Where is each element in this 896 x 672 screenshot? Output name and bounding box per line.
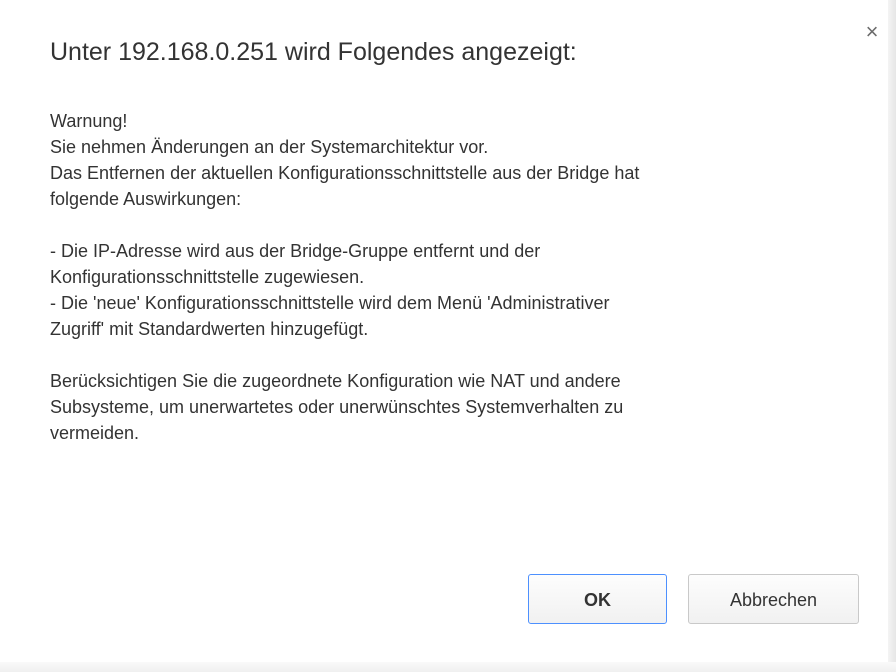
message-line: - Die IP-Adresse wird aus der Bridge-Gru…: [50, 241, 541, 261]
message-blank-line: [50, 212, 850, 238]
message-line: vermeiden.: [50, 423, 140, 443]
message-line: Berücksichtigen Sie die zugeordnete Konf…: [50, 371, 621, 391]
message-line: folgende Auswirkungen:: [50, 189, 242, 209]
dialog-message: Warnung! Sie nehmen Änderungen an der Sy…: [50, 108, 850, 446]
dialog-title: Unter 192.168.0.251 wird Folgendes angez…: [50, 38, 577, 66]
message-line: Das Entfernen der aktuellen Konfiguratio…: [50, 163, 640, 183]
message-line: Sie nehmen Änderungen an der Systemarchi…: [50, 137, 489, 157]
message-line: Subsysteme, um unerwartetes oder unerwün…: [50, 397, 624, 417]
message-line: Zugriff' mit Standardwerten hinzugefügt.: [50, 319, 369, 339]
message-blank-line: [50, 342, 850, 368]
window-edge: [888, 0, 896, 672]
window-bottom-edge: [0, 662, 896, 672]
message-line: Konfigurationsschnittstelle zugewiesen.: [50, 267, 365, 287]
message-line: - Die 'neue' Konfigurationsschnittstelle…: [50, 293, 610, 313]
message-line: Warnung!: [50, 111, 128, 131]
alert-dialog: × Unter 192.168.0.251 wird Folgendes ang…: [0, 0, 896, 672]
cancel-button[interactable]: Abbrechen: [688, 574, 859, 624]
ok-button[interactable]: OK: [528, 574, 667, 624]
close-icon[interactable]: ×: [860, 20, 884, 44]
